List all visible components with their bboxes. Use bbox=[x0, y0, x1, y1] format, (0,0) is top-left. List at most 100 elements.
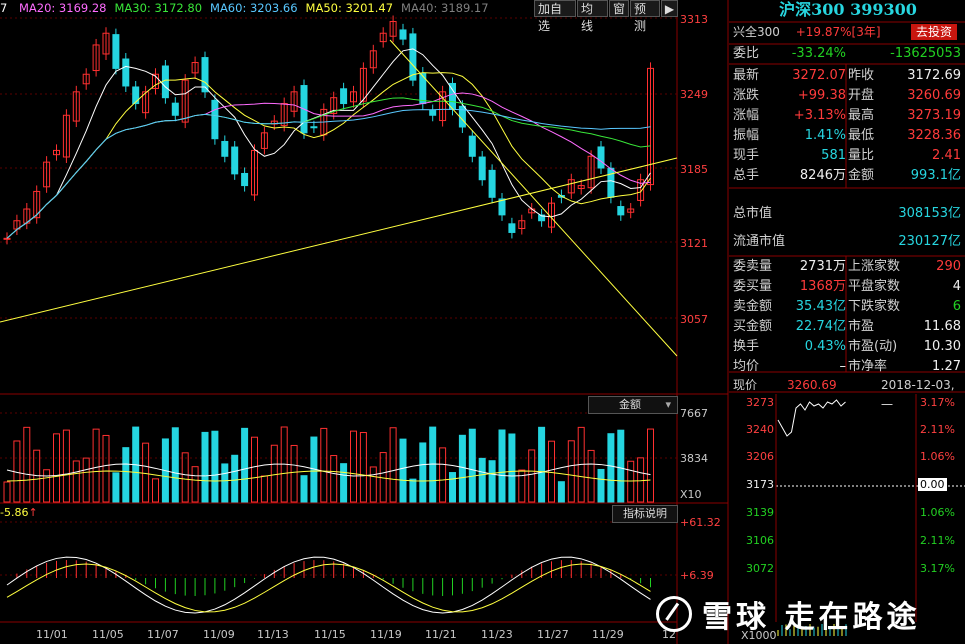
intraday-pct-label: 3.17% bbox=[920, 396, 955, 409]
candle bbox=[3, 237, 11, 240]
macd-value: -5.86↑ bbox=[0, 506, 38, 519]
volume-bar bbox=[538, 426, 546, 503]
quote-row: 卖金额 35.43亿 下跌家数 6 bbox=[733, 297, 963, 317]
volume-bar bbox=[300, 475, 308, 503]
quote-row: 最新 3272.07 昨收 3172.69 bbox=[733, 66, 963, 86]
candle bbox=[488, 169, 496, 198]
xueqiu-watermark: 雪球 走在路途 bbox=[650, 592, 965, 638]
volume-bar bbox=[231, 454, 239, 503]
volume-bar bbox=[181, 452, 189, 503]
ma60-line bbox=[6, 108, 651, 239]
candle bbox=[597, 146, 605, 169]
fund-tag-row: 兴全300 +19.87%[3年] 去投资 bbox=[733, 22, 963, 42]
intraday-price-label: 3106 bbox=[746, 534, 774, 547]
window-button[interactable]: 窗 bbox=[609, 0, 629, 17]
volume-bar bbox=[488, 460, 496, 503]
quote-value: 6 bbox=[952, 299, 961, 314]
date-axis-label: 11/09 bbox=[203, 628, 235, 641]
volume-bar bbox=[92, 428, 100, 503]
quote-value: 993.1亿 bbox=[910, 168, 961, 183]
volume-bar bbox=[62, 429, 70, 503]
candle bbox=[478, 156, 486, 181]
volume-bar bbox=[498, 429, 506, 503]
quote-row: 委卖量 2731万 上涨家数 290 bbox=[733, 257, 963, 277]
volume-bar bbox=[191, 466, 199, 503]
volume-bar bbox=[419, 442, 427, 503]
date-axis-label: 11/05 bbox=[92, 628, 124, 641]
market-cap-row: 总市值 308153亿 bbox=[733, 206, 961, 221]
quote-row: 振幅 1.41% 最低 3228.36 bbox=[733, 126, 963, 146]
xueqiu-logo-icon bbox=[656, 596, 692, 632]
volume-axis-unit: X10 bbox=[680, 488, 702, 501]
macd-axis-top: +61.32 bbox=[680, 516, 721, 529]
volume-bar bbox=[53, 433, 60, 503]
volume-bar bbox=[152, 478, 159, 503]
expand-panel-icon[interactable]: ▶︎ bbox=[661, 0, 678, 17]
weibi-diff: -13625053 bbox=[890, 46, 961, 61]
intraday-pct-label: 1.06% bbox=[920, 450, 955, 463]
intraday-price-label: 3206 bbox=[746, 450, 774, 463]
quote-row: 换手 0.43% 市盈(动) 10.30 bbox=[733, 337, 963, 357]
macd-dea-line bbox=[6, 563, 651, 613]
volume-bar bbox=[251, 436, 258, 503]
date-axis-label: 11/29 bbox=[592, 628, 624, 641]
date-axis-label: 11/15 bbox=[314, 628, 346, 641]
candle bbox=[468, 135, 476, 157]
date-axis-label: 11/23 bbox=[481, 628, 513, 641]
ma-indicator-bar: 7 MA20: 3169.28 MA30: 3172.80 MA60: 3203.6… bbox=[0, 1, 489, 17]
quote-value: 3273.19 bbox=[907, 108, 961, 123]
volume-bar bbox=[557, 481, 565, 503]
quote-value: 2.41 bbox=[932, 148, 961, 163]
price-axis-label: 3121 bbox=[680, 237, 708, 250]
volume-bar bbox=[340, 463, 348, 503]
ma-line-button[interactable]: 均线 bbox=[577, 0, 608, 33]
forecast-button[interactable]: 预测 bbox=[630, 0, 660, 33]
indicator-explain-button[interactable]: 指标说明 bbox=[612, 505, 678, 523]
intraday-pct-label: 1.06% bbox=[920, 506, 955, 519]
macd-axis-mid: +6.39 bbox=[680, 569, 714, 582]
candle bbox=[122, 58, 130, 87]
candle bbox=[340, 88, 348, 105]
volume-bar bbox=[241, 427, 249, 503]
fund-tag[interactable]: 兴全300 bbox=[733, 25, 780, 39]
candle bbox=[241, 172, 249, 187]
add-watchlist-button[interactable]: 加自选 bbox=[534, 0, 576, 33]
volume-axis-top: 7667 bbox=[680, 407, 708, 420]
intraday-pct-label: 2.11% bbox=[920, 423, 955, 436]
intraday-price-label: 3273 bbox=[746, 396, 774, 409]
price-axis-label: 3249 bbox=[680, 88, 708, 101]
ma5-line bbox=[6, 48, 651, 239]
volume-bar bbox=[399, 438, 407, 503]
invest-button[interactable]: 去投资 bbox=[910, 24, 957, 40]
ma30-line bbox=[6, 97, 651, 239]
volume-bar bbox=[409, 478, 417, 503]
date-axis-label: 11/27 bbox=[537, 628, 569, 641]
volume-bar bbox=[567, 440, 575, 503]
volume-bar bbox=[647, 428, 654, 503]
volume-bar bbox=[439, 447, 447, 503]
volume-bar bbox=[82, 457, 90, 503]
volume-bar bbox=[359, 432, 367, 503]
quote-value: 3172.69 bbox=[907, 68, 961, 83]
candle bbox=[211, 99, 219, 140]
volume-bar bbox=[43, 469, 51, 503]
ma-item: MA60: 3203.66 bbox=[210, 1, 298, 15]
volume-bar bbox=[449, 472, 456, 503]
fund-tag-period: [3年] bbox=[851, 25, 881, 39]
candle bbox=[409, 33, 417, 81]
volume-bar bbox=[122, 447, 130, 503]
ma-lead: 7 bbox=[0, 1, 8, 15]
date-axis-label: 11/07 bbox=[147, 628, 179, 641]
quote-value: 4 bbox=[952, 279, 961, 294]
quote-value: 10.30 bbox=[923, 339, 961, 354]
quote-value: 3228.36 bbox=[907, 128, 961, 143]
volume-bar bbox=[617, 429, 625, 503]
quote-title: 沪深300 399300 bbox=[779, 0, 917, 19]
volume-bar bbox=[211, 430, 219, 503]
quote-row: 现手 581 量比 2.41 bbox=[733, 146, 963, 166]
candle bbox=[231, 146, 239, 175]
volume-bar bbox=[458, 434, 466, 503]
volume-indicator-select[interactable]: 金额 ▾ bbox=[588, 396, 678, 414]
candle bbox=[429, 110, 437, 116]
watermark-text: 雪球 走在路途 bbox=[702, 600, 921, 635]
